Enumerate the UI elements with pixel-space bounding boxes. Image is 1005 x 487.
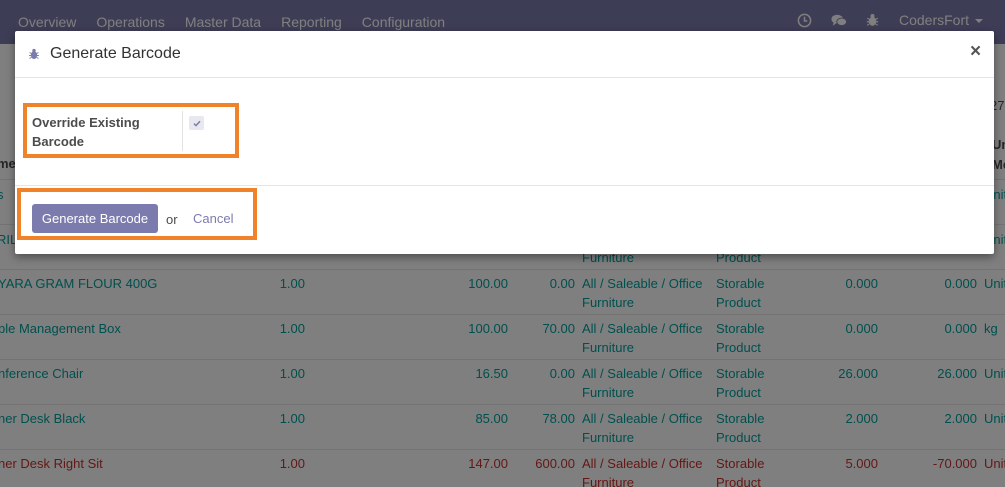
annotation-highlight-field [23,103,239,158]
annotation-highlight-buttons [17,188,257,240]
bug-icon [29,48,39,60]
dialog-title: Generate Barcode [50,45,181,62]
close-icon[interactable]: × [970,42,981,61]
dialog-header: Generate Barcode × [15,31,994,78]
